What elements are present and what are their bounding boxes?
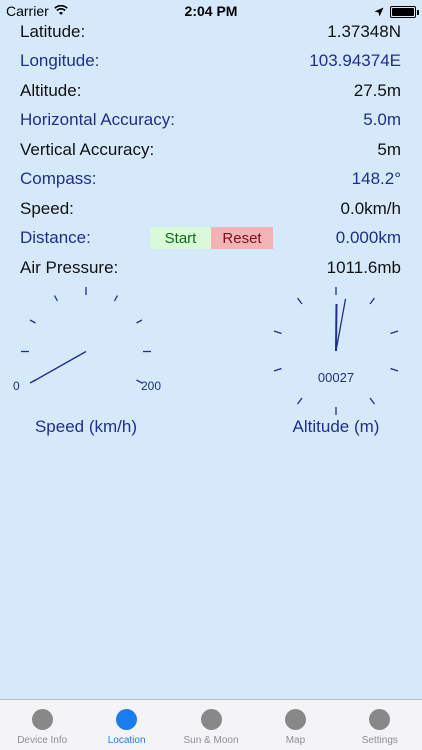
altitude-tick: [369, 297, 376, 305]
altitude-value: 27.5m: [353, 81, 401, 100]
tab-bar: Device Info Location Sun & Moon Map Sett…: [0, 699, 422, 750]
tab-location-label: Location: [107, 735, 146, 746]
speed-row: Speed: 0.0km/h: [20, 196, 401, 222]
longitude-value: 103.94374E: [309, 51, 401, 70]
altitude-needle-short: [335, 303, 338, 352]
longitude-row: Longitude: 103.94374E: [20, 48, 401, 74]
speed-tick: [113, 295, 119, 302]
air-pressure-row: Air Pressure: 1011.6mb: [20, 255, 401, 281]
tab-device-info[interactable]: Device Info: [0, 700, 84, 750]
altitude-tick: [296, 297, 303, 305]
vertical-accuracy-value: 5m: [377, 140, 401, 159]
speed-tick: [53, 295, 59, 302]
air-pressure-value: 1011.6mb: [326, 258, 401, 277]
sun-moon-icon: [200, 709, 222, 730]
altitude-tick: [390, 330, 399, 335]
speed-label: Speed:: [20, 199, 74, 218]
vertical-accuracy-row: Vertical Accuracy: 5m: [20, 137, 401, 163]
speed-tick: [136, 319, 143, 324]
altitude-tick: [273, 330, 282, 335]
distance-row: Distance: Start Reset 0.000km: [20, 225, 401, 251]
speed-min-label: 0: [13, 379, 20, 393]
air-pressure-label: Air Pressure:: [20, 258, 119, 277]
compass-label: Compass:: [20, 169, 97, 188]
speed-max-label: 200: [141, 379, 161, 393]
horizontal-accuracy-value: 5.0m: [363, 110, 401, 129]
altitude-tick: [390, 367, 399, 372]
altitude-tick: [296, 397, 303, 405]
altitude-tick: [273, 367, 282, 372]
tab-map[interactable]: Map: [253, 700, 337, 750]
speed-tick: [29, 319, 36, 324]
latitude-row: Latitude: 1.37348N: [20, 19, 401, 45]
device-info-icon: [31, 709, 53, 730]
distance-label: Distance:: [20, 228, 91, 247]
speed-value: 0.0km/h: [340, 199, 401, 218]
tab-settings[interactable]: Settings: [338, 700, 422, 750]
horizontal-accuracy-row: Horizontal Accuracy: 5.0m: [20, 107, 401, 133]
latitude-value: 1.37348N: [327, 22, 401, 41]
altitude-tick: [369, 397, 376, 405]
speed-gauge: 0 200: [0, 280, 172, 400]
altitude-label: Altitude:: [20, 81, 82, 100]
horizontal-accuracy-label: Horizontal Accuracy:: [20, 110, 175, 129]
battery-icon: [390, 6, 419, 18]
latitude-label: Latitude:: [20, 22, 86, 41]
vertical-accuracy-label: Vertical Accuracy:: [20, 140, 155, 159]
altitude-row: Altitude: 27.5m: [20, 78, 401, 104]
altitude-counter: 00027: [318, 370, 354, 385]
compass-row: Compass: 148.2°: [20, 166, 401, 192]
speed-needle: [32, 350, 87, 383]
status-right: [374, 4, 419, 20]
tab-device-info-label: Device Info: [17, 735, 68, 746]
location-arrow-icon: [374, 4, 384, 20]
altitude-gauge: 00027: [250, 280, 422, 420]
start-button[interactable]: Start: [150, 227, 211, 249]
distance-value: 0.000km: [335, 228, 401, 247]
settings-icon: [369, 709, 391, 730]
location-icon: [116, 709, 138, 730]
tab-location[interactable]: Location: [84, 700, 168, 750]
tab-map-label: Map: [285, 735, 306, 746]
tab-settings-label: Settings: [361, 735, 398, 746]
speed-gauge-dial: 0 200: [13, 287, 161, 393]
speed-gauge-label: Speed (km/h): [34, 417, 138, 436]
altitude-gauge-label: Altitude (m): [292, 417, 380, 436]
compass-value: 148.2°: [351, 169, 401, 188]
map-icon: [284, 709, 306, 730]
altitude-gauge-dial: 00027: [273, 287, 399, 415]
reset-button[interactable]: Reset: [211, 227, 273, 249]
longitude-label: Longitude:: [20, 51, 100, 70]
tab-sun-moon-label: Sun & Moon: [183, 735, 239, 746]
tab-sun-moon[interactable]: Sun & Moon: [169, 700, 253, 750]
status-time: 2:04 PM: [184, 3, 238, 19]
